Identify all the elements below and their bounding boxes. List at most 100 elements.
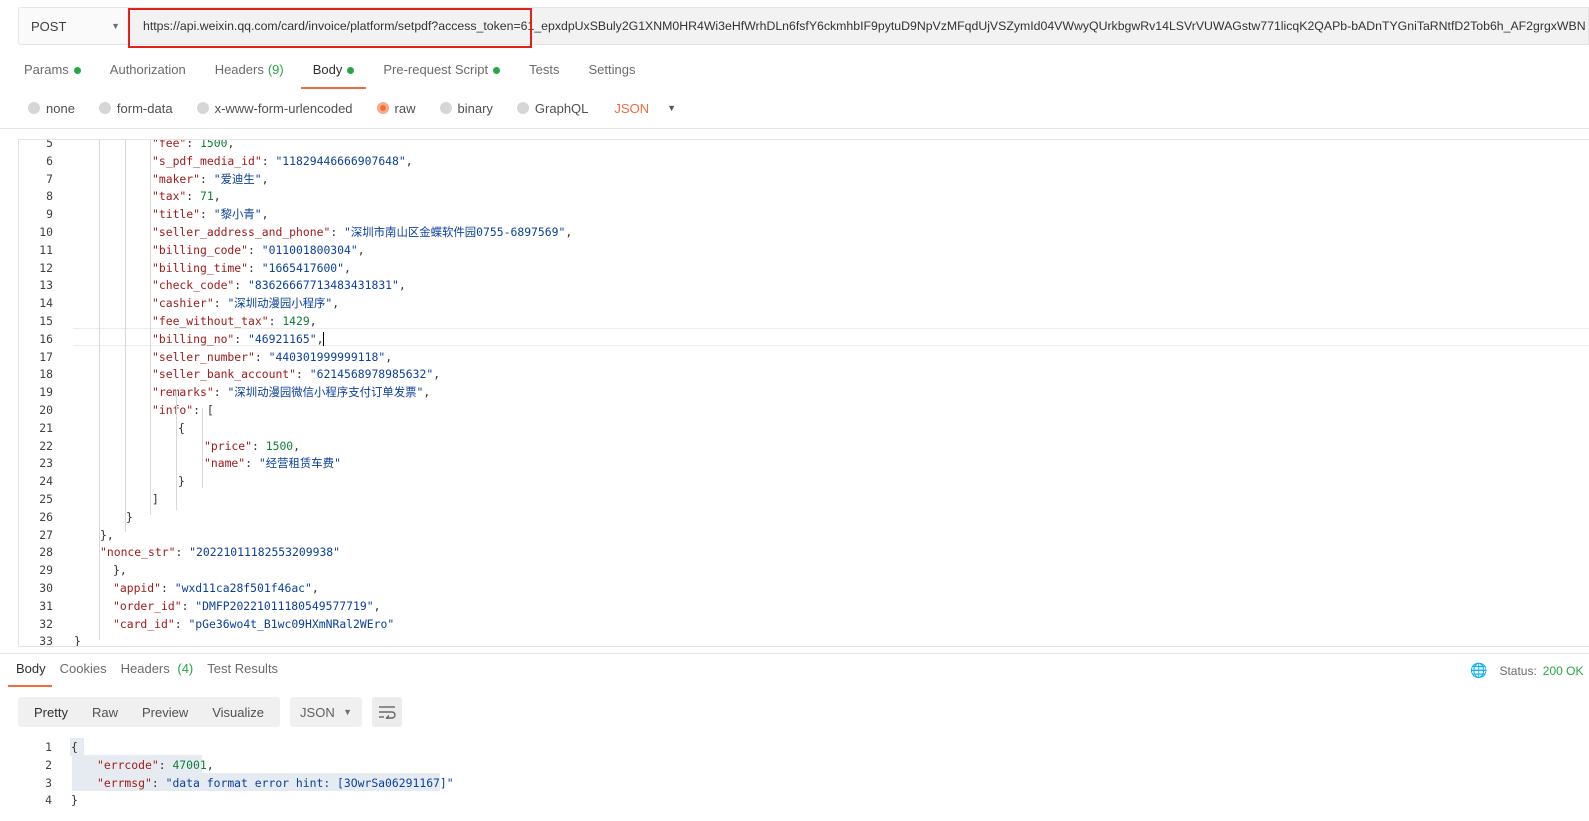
token: :	[252, 438, 266, 453]
line-number: 8	[46, 189, 53, 204]
line-number: 33	[39, 634, 53, 647]
code-text: }	[74, 632, 81, 646]
response-format-label: JSON	[300, 704, 335, 720]
tab-settings[interactable]: Settings	[588, 62, 635, 88]
radio-label: form-data	[116, 100, 173, 116]
radio-form-data[interactable]: form-data	[98, 100, 173, 116]
code-line: 24}	[19, 472, 1589, 490]
token: "errmsg"	[97, 775, 152, 790]
indent-guide	[202, 408, 203, 488]
url-input[interactable]: https://api.weixin.qq.com/card/invoice/p…	[129, 7, 1589, 45]
tab-headers[interactable]: Headers (9)	[215, 62, 284, 88]
response-tab-body[interactable]: Body	[8, 661, 52, 687]
code-line: 6 "s_pdf_media_id": "11829446666907648",	[19, 152, 1589, 170]
radio-x-www-form-urlencoded[interactable]: x-www-form-urlencoded	[196, 101, 353, 116]
wrap-lines-button[interactable]	[372, 697, 403, 727]
radio-raw[interactable]: raw	[376, 101, 416, 116]
code-line: 1{	[18, 738, 1589, 756]
code-text: },	[113, 561, 127, 579]
response-tab-cookies[interactable]: Cookies	[60, 661, 107, 685]
token: 1500	[200, 139, 228, 150]
line-number: 13	[39, 278, 53, 293]
line-number: 1	[45, 740, 52, 754]
code-line: 11 "billing_code": "011001800304",	[19, 241, 1589, 259]
view-raw-button[interactable]: Raw	[80, 697, 130, 727]
token: "pGe36wo4t_B1wc09HXmNRal2WEro"	[188, 616, 395, 631]
token: ,	[385, 349, 393, 364]
tab-body[interactable]: Body	[300, 62, 366, 89]
divider	[0, 653, 1589, 654]
code-line: 19 "remarks": "深圳动漫园微信小程序支付订单发票",	[19, 383, 1589, 401]
token: "440301999999118"	[268, 349, 386, 364]
token: ,	[316, 331, 324, 346]
radio-circle-icon	[516, 102, 529, 114]
tab-params[interactable]: Params	[24, 62, 81, 88]
code-line: 31 "order_id": "DMFP20221011180549577719"…	[19, 597, 1589, 615]
token: :	[181, 598, 196, 613]
response-toolbar: Pretty Raw Preview Visualize JSON ▼	[18, 697, 403, 727]
response-status: 🌐 Status: 200 OK	[1470, 662, 1584, 679]
code-text: "check_code": "83626667713483431831",	[152, 276, 406, 294]
token: ,	[357, 242, 365, 257]
token: "tax"	[152, 189, 187, 204]
line-number: 10	[39, 225, 53, 239]
token: "经营租赁车费"	[258, 456, 341, 471]
globe-icon[interactable]: 🌐	[1470, 662, 1487, 679]
token: :	[175, 545, 190, 560]
radio-circle-icon	[376, 102, 389, 114]
view-visualize-button[interactable]: Visualize	[200, 697, 276, 727]
tab-pre-request-script[interactable]: Pre-request Script	[383, 62, 501, 88]
token: "s_pdf_media_id"	[152, 153, 262, 168]
token: : [	[193, 403, 214, 417]
code-text: "fee_without_tax": 1429,	[152, 312, 317, 330]
code-line: 17 "seller_number": "440301999999118",	[19, 348, 1589, 366]
tab-label: Pre-request Script	[383, 62, 489, 77]
code-text: "seller_number": "440301999999118",	[152, 348, 392, 366]
line-number: 14	[39, 296, 53, 311]
radio-circle-icon	[439, 102, 452, 114]
token: 47001	[172, 757, 207, 772]
token: ,	[206, 757, 214, 772]
token: :	[268, 314, 283, 328]
response-format-select[interactable]: JSON ▼	[290, 697, 363, 727]
code-line: 32 "card_id": "pGe36wo4t_B1wc09HXmNRal2WE…	[19, 615, 1589, 633]
view-preview-button[interactable]: Preview	[130, 697, 200, 727]
method-select[interactable]: POST ▼	[18, 7, 129, 45]
code-line: 27},	[19, 526, 1589, 544]
response-tab-test-results[interactable]: Test Results	[207, 661, 278, 685]
radio-binary[interactable]: binary	[439, 101, 493, 116]
tab-authorization[interactable]: Authorization	[110, 62, 186, 88]
response-tab-headers[interactable]: Headers (4)	[121, 661, 194, 685]
token: :	[248, 260, 262, 275]
code-line: 30 "appid": "wxd11ca28f501f46ac",	[19, 579, 1589, 597]
status-dot-icon	[347, 67, 355, 74]
token: :	[234, 331, 249, 346]
radio-graphql[interactable]: GraphQL	[516, 101, 588, 116]
url-text: https://api.weixin.qq.com/card/invoice/p…	[143, 19, 1586, 33]
token: "黎小青"	[213, 207, 262, 222]
line-number: 7	[46, 171, 53, 186]
tab-label: Cookies	[59, 661, 107, 676]
request-body-editor[interactable]: 5 "fee": 1500, 6 "s_pdf_media_id": "1182944…	[18, 139, 1589, 647]
body-format-select[interactable]: JSON ▼	[614, 101, 676, 116]
token: :	[234, 278, 249, 293]
token: :	[296, 367, 310, 382]
token: ]	[152, 492, 159, 506]
token: "name"	[204, 456, 246, 471]
code-text: "remarks": "深圳动漫园微信小程序支付订单发票",	[152, 383, 430, 401]
view-pretty-button[interactable]: Pretty	[22, 697, 80, 727]
token: :	[200, 207, 214, 222]
token: },	[100, 527, 114, 542]
radio-none[interactable]: none	[28, 101, 75, 116]
code-text: "billing_no": "46921165",	[152, 330, 325, 348]
code-line: 21 {	[19, 419, 1589, 437]
code-text: "cashier": "深圳动漫园小程序",	[152, 294, 339, 312]
response-body-viewer[interactable]: 1{2 "errcode": 47001, 3 "errmsg": "data for…	[18, 736, 1589, 821]
code-line: 8 "tax": 71,	[19, 187, 1589, 205]
token: }	[71, 793, 78, 808]
token: "深圳动漫园小程序"	[227, 296, 333, 311]
response-view-group: Pretty Raw Preview Visualize	[18, 697, 281, 727]
method-label: POST	[31, 18, 67, 34]
tab-tests[interactable]: Tests	[529, 62, 559, 88]
code-text: "price": 1500,	[204, 437, 300, 455]
